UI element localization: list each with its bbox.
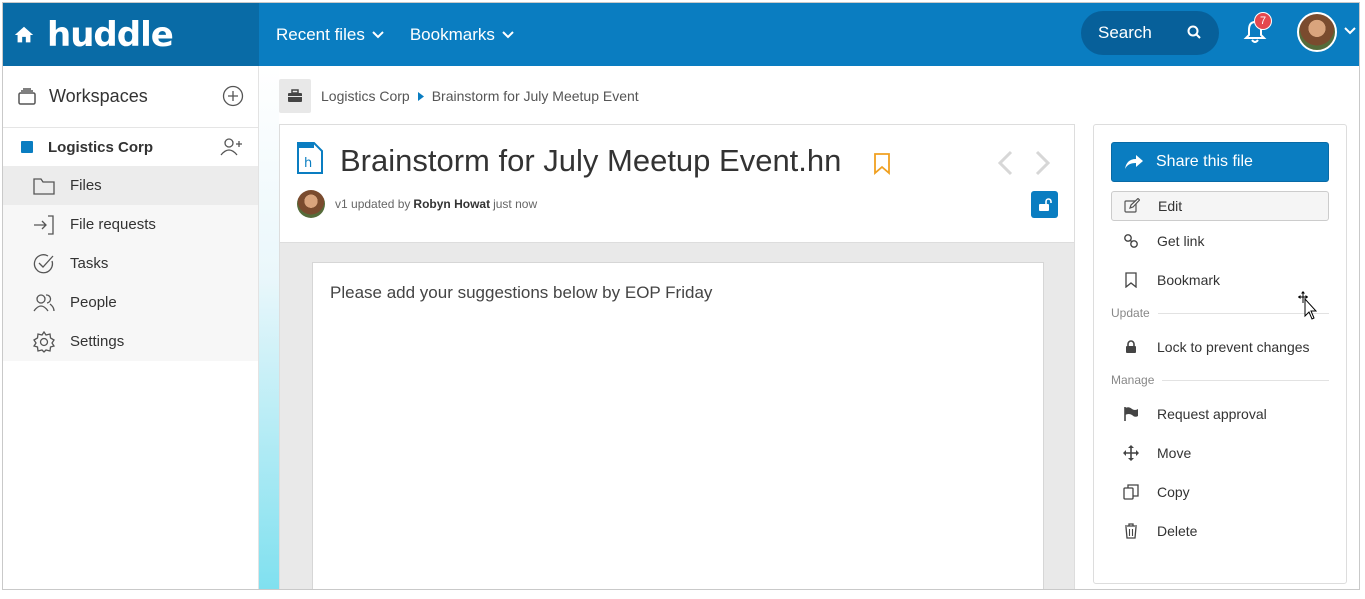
sidebar-item-file-requests[interactable]: File requests bbox=[3, 205, 258, 244]
lock-action[interactable]: Lock to prevent changes bbox=[1111, 327, 1329, 366]
app-window: huddle Recent files Bookmarks Search 7 W… bbox=[2, 2, 1360, 590]
workspace-item[interactable]: Logistics Corp bbox=[3, 128, 258, 166]
document-text: Please add your suggestions below by EOP… bbox=[330, 283, 713, 302]
sidebar-item-label: People bbox=[70, 294, 117, 311]
author-avatar bbox=[297, 190, 325, 218]
chevron-down-icon bbox=[372, 30, 384, 38]
main-nav: Recent files Bookmarks bbox=[276, 25, 540, 45]
request-approval-label: Request approval bbox=[1157, 405, 1267, 422]
sidebar-item-settings[interactable]: Settings bbox=[3, 322, 258, 361]
delete-action[interactable]: Delete bbox=[1111, 511, 1329, 550]
people-icon bbox=[33, 293, 55, 311]
search-label: Search bbox=[1098, 23, 1152, 42]
file-request-icon bbox=[34, 214, 54, 235]
unlock-icon bbox=[1038, 197, 1052, 211]
recent-files-menu[interactable]: Recent files bbox=[276, 25, 384, 45]
logo: huddle bbox=[47, 14, 174, 55]
huddle-note-file-icon: h bbox=[297, 142, 323, 174]
search-button[interactable]: Search bbox=[1081, 11, 1219, 55]
bookmarks-label: Bookmarks bbox=[409, 24, 495, 44]
main-content: Logistics Corp Brainstorm for July Meetu… bbox=[279, 66, 1359, 589]
breadcrumb-workspace[interactable]: Logistics Corp bbox=[321, 88, 410, 104]
previous-file-arrow-icon[interactable] bbox=[997, 150, 1013, 176]
document-header: h Brainstorm for July Meetup Event.hn v1… bbox=[280, 125, 1074, 243]
chevron-down-icon bbox=[502, 30, 514, 38]
sidebar-item-label: Tasks bbox=[70, 255, 109, 272]
sidebar-item-tasks[interactable]: Tasks bbox=[3, 244, 258, 283]
version: v1 bbox=[335, 197, 348, 211]
copy-icon bbox=[1123, 483, 1139, 500]
workspace-color-marker bbox=[21, 141, 33, 153]
sidebar-item-files[interactable]: Files bbox=[3, 166, 265, 205]
share-file-button[interactable]: Share this file bbox=[1111, 142, 1329, 182]
bookmark-icon[interactable] bbox=[873, 153, 891, 175]
updated-time: just now bbox=[493, 197, 538, 211]
document-page[interactable]: Please add your suggestions below by EOP… bbox=[312, 262, 1044, 589]
share-file-label: Share this file bbox=[1156, 153, 1253, 170]
briefcase-icon[interactable] bbox=[279, 79, 311, 113]
copy-action[interactable]: Copy bbox=[1111, 472, 1329, 511]
recent-files-label: Recent files bbox=[276, 24, 365, 44]
trash-icon bbox=[1125, 522, 1137, 539]
edit-label: Edit bbox=[1158, 198, 1183, 214]
bookmarks-menu[interactable]: Bookmarks bbox=[410, 25, 514, 45]
copy-label: Copy bbox=[1157, 483, 1190, 500]
document-title: Brainstorm for July Meetup Event.hn bbox=[340, 143, 842, 178]
author-name[interactable]: Robyn Howat bbox=[413, 197, 490, 211]
brand[interactable]: huddle bbox=[3, 3, 259, 66]
move-icon bbox=[1123, 444, 1139, 461]
search-icon bbox=[1187, 25, 1201, 39]
sidebar-item-label: File requests bbox=[70, 216, 156, 233]
lock-icon bbox=[1126, 339, 1136, 353]
workspace-name: Logistics Corp bbox=[48, 138, 154, 156]
svg-text:h: h bbox=[304, 156, 312, 171]
sidebar-item-label: Files bbox=[70, 177, 102, 194]
workspaces-label: Workspaces bbox=[49, 86, 148, 106]
request-approval-action[interactable]: Request approval bbox=[1111, 394, 1329, 433]
delete-label: Delete bbox=[1157, 522, 1198, 539]
document-viewer: Please add your suggestions below by EOP… bbox=[280, 243, 1074, 589]
workspaces-icon bbox=[18, 87, 36, 105]
tasks-icon bbox=[33, 253, 54, 273]
share-arrow-icon bbox=[1125, 155, 1143, 169]
add-user-icon[interactable] bbox=[220, 137, 244, 157]
edit-button[interactable]: Edit bbox=[1111, 191, 1329, 221]
lock-label: Lock to prevent changes bbox=[1157, 338, 1310, 355]
move-cursor-icon bbox=[1298, 291, 1317, 320]
manage-section-heading: Manage bbox=[1111, 366, 1329, 394]
next-file-arrow-icon[interactable] bbox=[1035, 150, 1051, 176]
workspaces-header: Workspaces bbox=[3, 66, 258, 128]
file-actions-panel: Share this file Edit Get link Bookmark U… bbox=[1093, 124, 1347, 584]
user-avatar[interactable] bbox=[1297, 12, 1337, 52]
flag-icon bbox=[1124, 406, 1138, 421]
top-bar: huddle Recent files Bookmarks Search 7 bbox=[3, 3, 1359, 66]
chevron-down-icon[interactable] bbox=[1344, 27, 1356, 35]
document-meta: v1 updated by Robyn Howat just now bbox=[297, 190, 537, 218]
get-link-label: Get link bbox=[1157, 232, 1205, 249]
breadcrumb-current: Brainstorm for July Meetup Event bbox=[431, 88, 639, 104]
workspace-menu: Files File requests Tasks People Setting… bbox=[3, 166, 265, 361]
document-card: h Brainstorm for July Meetup Event.hn v1… bbox=[279, 124, 1075, 589]
bookmark-icon bbox=[1125, 271, 1137, 288]
link-icon bbox=[1124, 233, 1138, 248]
sidebar-item-label: Settings bbox=[70, 333, 125, 350]
sidebar-item-people[interactable]: People bbox=[3, 283, 258, 322]
sidebar: Workspaces Logistics Corp Files File req… bbox=[3, 66, 265, 589]
move-label: Move bbox=[1157, 444, 1192, 461]
breadcrumb: Logistics Corp Brainstorm for July Meetu… bbox=[279, 78, 639, 114]
caret-right-icon bbox=[417, 91, 424, 101]
updated-by-text: updated by bbox=[351, 197, 411, 211]
background-strip bbox=[259, 66, 279, 589]
get-link-action[interactable]: Get link bbox=[1111, 221, 1329, 260]
home-icon bbox=[14, 26, 34, 42]
move-action[interactable]: Move bbox=[1111, 433, 1329, 472]
notification-badge: 7 bbox=[1254, 12, 1272, 30]
gear-icon bbox=[33, 330, 55, 353]
edit-icon bbox=[1124, 198, 1140, 213]
unlock-button[interactable] bbox=[1031, 191, 1058, 218]
bookmark-label: Bookmark bbox=[1157, 271, 1221, 288]
add-workspace-icon[interactable] bbox=[222, 85, 244, 107]
folder-icon bbox=[33, 177, 55, 195]
